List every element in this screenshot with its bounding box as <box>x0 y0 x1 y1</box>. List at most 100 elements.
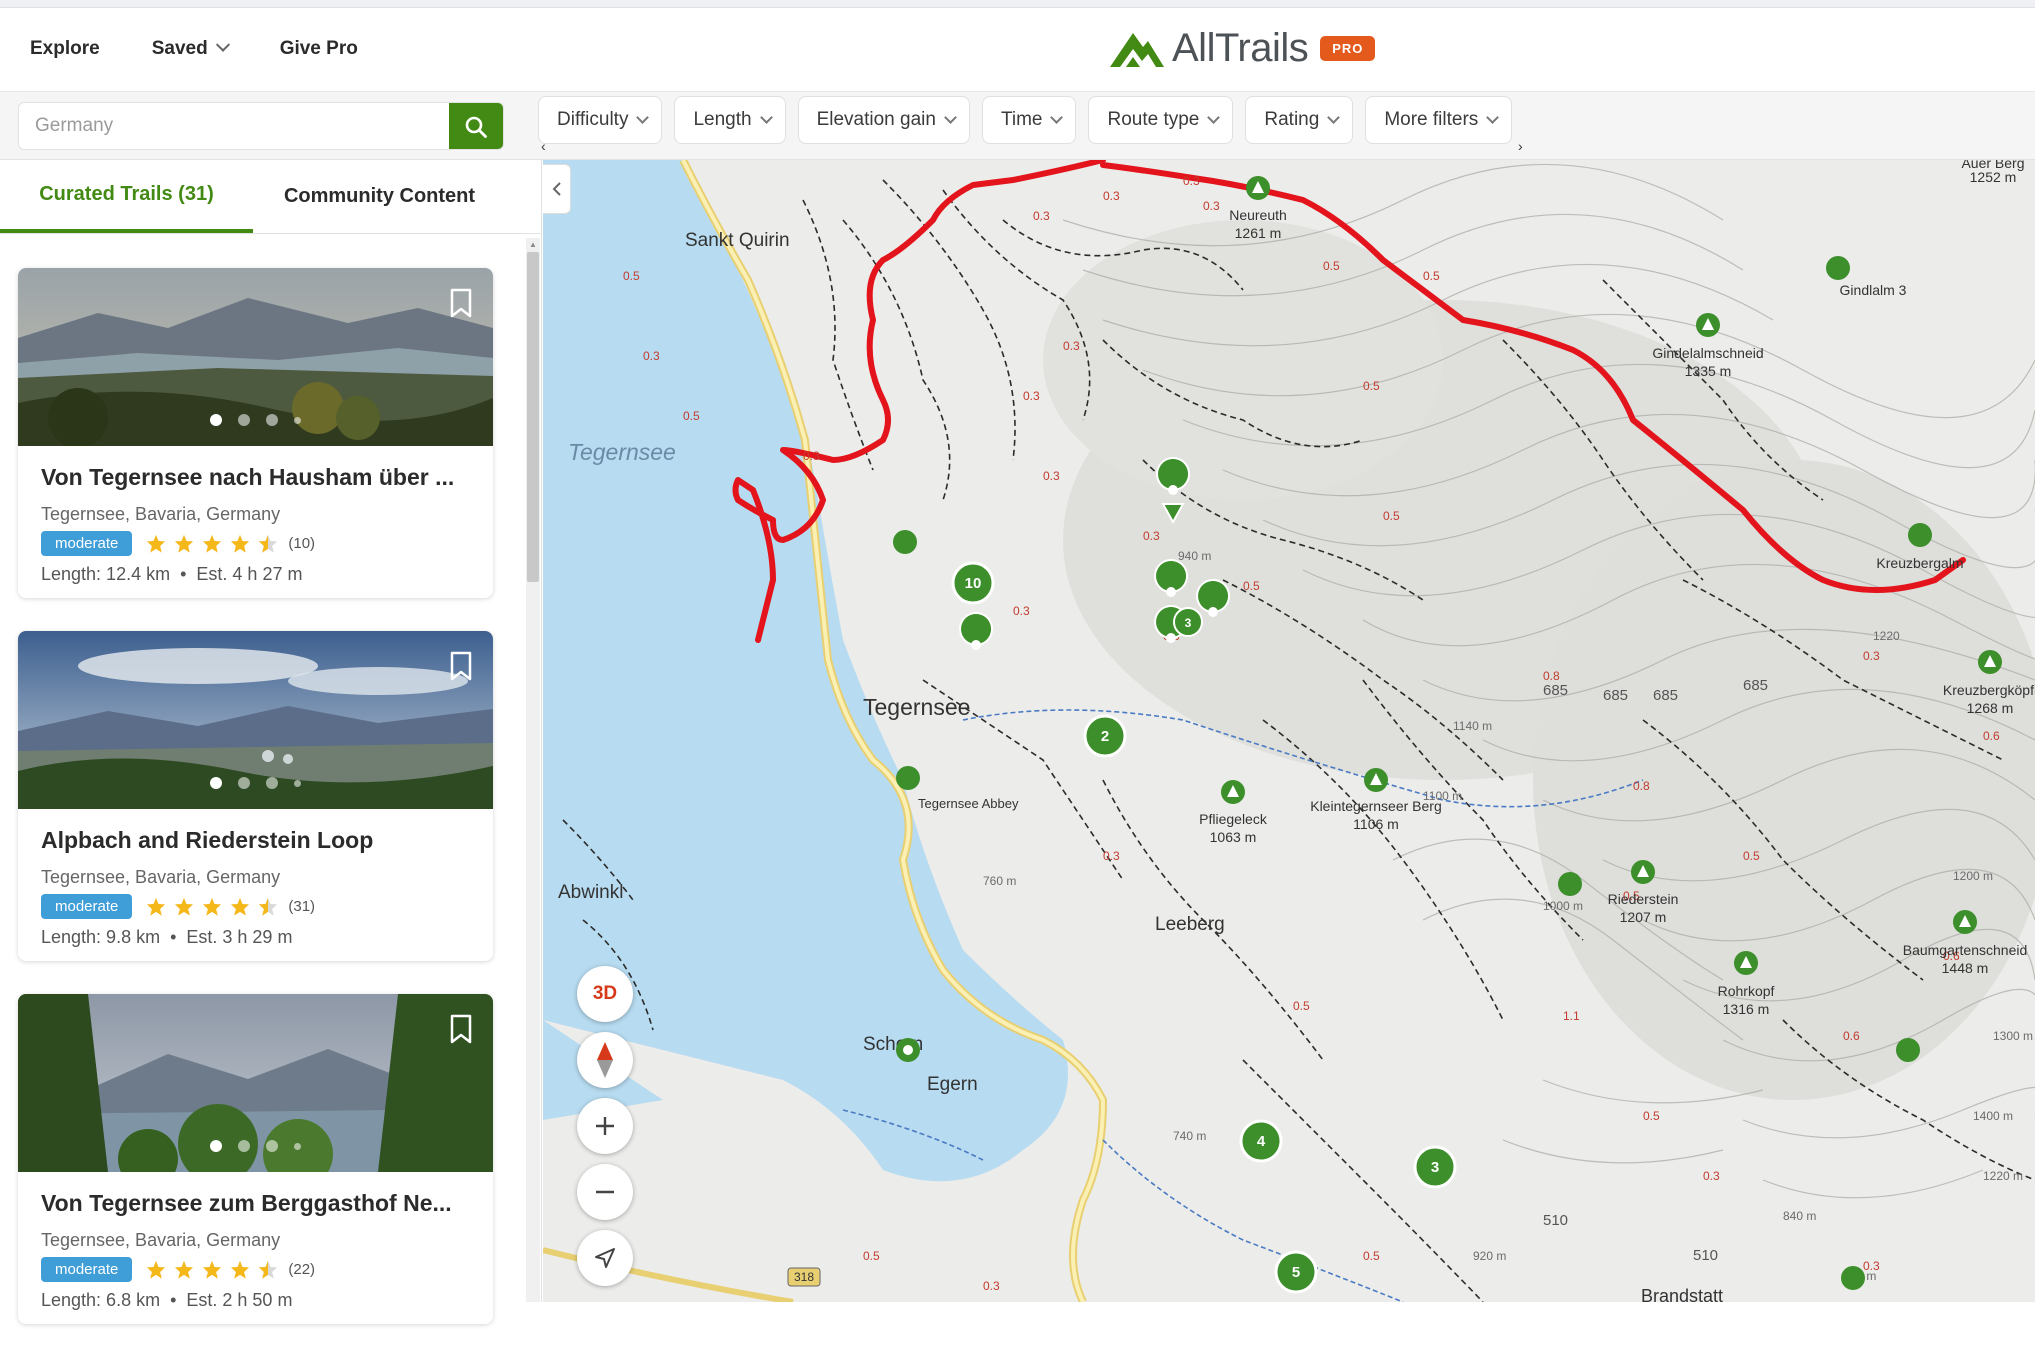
scroll-right-arrow-icon[interactable]: › <box>1518 138 1523 154</box>
filter-length[interactable]: Length <box>674 96 786 144</box>
filter-bar: Difficulty Length Elevation gain Time Ro… <box>0 92 2035 160</box>
carousel-dot[interactable] <box>294 1143 301 1150</box>
svg-text:740 m: 740 m <box>1173 1129 1206 1143</box>
search-box <box>18 102 504 150</box>
carousel-dot[interactable] <box>266 1140 278 1152</box>
restaurant-marker[interactable] <box>1558 872 1582 896</box>
trail-photo[interactable] <box>18 994 493 1172</box>
star-icon <box>175 897 194 916</box>
abbey-marker[interactable] <box>896 766 920 790</box>
svg-text:685: 685 <box>1603 687 1628 704</box>
svg-text:0.8: 0.8 <box>1633 779 1650 793</box>
carousel-dot[interactable] <box>266 414 278 426</box>
carousel-dot[interactable] <box>238 777 250 789</box>
filter-difficulty[interactable]: Difficulty <box>538 96 663 144</box>
photo-carousel-dots[interactable] <box>18 1140 493 1152</box>
search-input[interactable] <box>19 103 451 149</box>
trail-map[interactable]: 0.3 0.3 0.3 0.3 0.5 0.5 0.5 0.5 0.3 0.3 0.3 0.3 0… <box>543 160 2035 1302</box>
trail-location: Tegernsee, Bavaria, Germany <box>41 1230 281 1250</box>
alltrails-logo[interactable]: AllTrails PRO <box>1108 26 1376 71</box>
my-location-button[interactable] <box>577 1230 633 1286</box>
hut-marker[interactable] <box>1908 523 1932 547</box>
svg-text:840 m: 840 m <box>1783 1209 1816 1223</box>
bookmark-icon[interactable] <box>449 288 473 318</box>
map-canvas[interactable]: 0.30.30.30.3 0.50.50.50.5 0.30.30.30.3 0… <box>543 160 2035 1302</box>
trail-photo[interactable] <box>18 268 493 446</box>
trail-length-time: Length: 6.8 km • Est. 2 h 50 m <box>41 1290 292 1311</box>
scroll-left-arrow-icon[interactable]: ‹ <box>541 138 546 154</box>
svg-text:0.6: 0.6 <box>1983 729 2000 743</box>
hut-marker[interactable] <box>1896 1038 1920 1062</box>
filter-more-filters[interactable]: More filters <box>1365 96 1513 144</box>
filter-route-type[interactable]: Route type <box>1088 96 1234 144</box>
svg-text:0.5: 0.5 <box>1243 579 1260 593</box>
chevron-down-icon <box>944 111 957 124</box>
scroll-up-icon[interactable]: ▲ <box>529 240 537 249</box>
search-button[interactable] <box>449 103 503 149</box>
star-icon <box>147 1260 166 1279</box>
carousel-dot[interactable] <box>210 414 222 426</box>
filter-chips: Difficulty Length Elevation gain Time Ro… <box>538 94 1524 144</box>
trail-title[interactable]: Von Tegernsee zum Berggasthof Ne... <box>41 1190 452 1217</box>
peak-kreuzbergkopfl: Kreuzbergköpfl <box>1943 682 2035 698</box>
svg-text:0.5: 0.5 <box>1643 1109 1660 1123</box>
peak-riederstein-elev: 1207 m <box>1620 909 1667 925</box>
road-number: 318 <box>794 1270 814 1284</box>
tab-community-content[interactable]: Community Content <box>253 160 506 233</box>
trail-photo[interactable] <box>18 631 493 809</box>
photo-carousel-dots[interactable] <box>18 414 493 426</box>
carousel-dot[interactable] <box>238 1140 250 1152</box>
tab-curated-trails[interactable]: Curated Trails (31) <box>0 160 253 233</box>
svg-text:0.5: 0.5 <box>1383 509 1400 523</box>
trail-list: Von Tegernsee nach Hausham über ... Tege… <box>18 268 493 1357</box>
trail-title[interactable]: Von Tegernsee nach Hausham über ... <box>41 464 454 491</box>
trail-sidebar: Curated Trails (31) Community Content ▲ <box>0 160 542 1324</box>
star-icon <box>203 897 222 916</box>
trail-title[interactable]: Alpbach and Riederstein Loop <box>41 827 373 854</box>
svg-text:0.3: 0.3 <box>1103 849 1120 863</box>
filter-time[interactable]: Time <box>981 96 1077 144</box>
svg-text:0.3: 0.3 <box>1863 649 1880 663</box>
filter-elevation-gain[interactable]: Elevation gain <box>797 96 970 144</box>
sidebar-scrollbar[interactable]: ▲ <box>526 238 540 1302</box>
carousel-dot[interactable] <box>294 417 301 424</box>
trail-card[interactable]: Alpbach and Riederstein Loop Tegernsee, … <box>18 631 493 961</box>
carousel-dot[interactable] <box>266 777 278 789</box>
lodging-marker[interactable] <box>893 530 917 554</box>
nav-saved[interactable]: Saved <box>152 37 230 60</box>
cluster-count: 2 <box>1101 728 1109 745</box>
cluster-count: 10 <box>965 575 982 592</box>
bookmark-icon[interactable] <box>449 651 473 681</box>
half-star-icon <box>259 1260 278 1279</box>
svg-text:1200 m: 1200 m <box>1953 869 1993 883</box>
hut-marker[interactable] <box>1826 256 1850 280</box>
scrollbar-thumb[interactable] <box>527 252 539 582</box>
trail-card[interactable]: Von Tegernsee zum Berggasthof Ne... Tege… <box>18 994 493 1324</box>
svg-text:1140 m: 1140 m <box>1453 719 1492 733</box>
zoom-in-button[interactable] <box>577 1098 633 1154</box>
hotel-marker[interactable] <box>1841 1266 1865 1290</box>
svg-text:0.5: 0.5 <box>623 269 640 283</box>
search-icon <box>465 116 487 138</box>
3d-toggle-button[interactable]: 3D <box>577 966 633 1022</box>
separator-dot: • <box>170 1290 177 1310</box>
nav-give-pro[interactable]: Give Pro <box>280 38 358 60</box>
compass-button[interactable] <box>577 1032 633 1088</box>
star-rating <box>146 897 278 916</box>
filter-rating[interactable]: Rating <box>1245 96 1354 144</box>
carousel-dot[interactable] <box>210 1140 222 1152</box>
carousel-dot[interactable] <box>294 780 301 787</box>
carousel-dot[interactable] <box>238 414 250 426</box>
trail-card[interactable]: Von Tegernsee nach Hausham über ... Tege… <box>18 268 493 598</box>
svg-text:0.3: 0.3 <box>1703 1169 1720 1183</box>
collapse-sidebar-button[interactable] <box>543 164 571 214</box>
carousel-dot[interactable] <box>210 777 222 789</box>
filter-label: Length <box>693 109 752 130</box>
bookmark-icon[interactable] <box>449 1014 473 1044</box>
mountain-logo-icon <box>1110 32 1164 67</box>
svg-text:1220: 1220 <box>1873 629 1900 643</box>
zoom-out-button[interactable] <box>577 1164 633 1220</box>
photo-carousel-dots[interactable] <box>18 777 493 789</box>
nav-explore[interactable]: Explore <box>30 38 100 60</box>
star-rating <box>146 534 278 553</box>
